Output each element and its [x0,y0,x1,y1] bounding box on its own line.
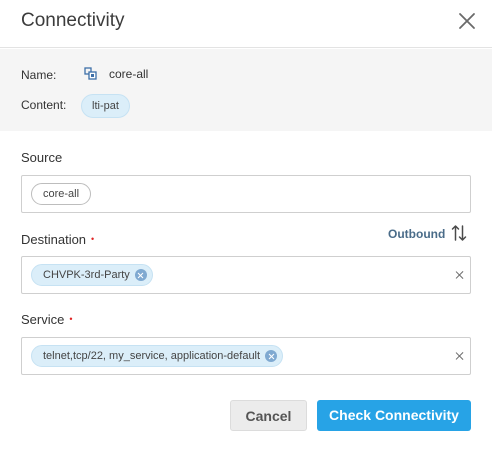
destination-field[interactable]: CHVPK-3rd-Party [21,256,471,294]
name-label: Name: [21,68,57,82]
clear-service-icon[interactable] [454,351,464,361]
destination-label-text: Destination [21,232,87,247]
source-chip: core-all [31,183,92,205]
source-label-text: Source [21,150,63,165]
source-label: Source [21,150,62,165]
destination-chip: CHVPK-3rd-Party [31,264,153,286]
direction-toggle-label[interactable]: Outbound [388,227,445,241]
swap-direction-icon[interactable] [451,224,467,242]
service-label: Service • [21,312,73,327]
remove-chip-icon[interactable] [134,269,147,281]
dialog-title: Connectivity [21,10,125,31]
service-label-text: Service [21,312,65,327]
content-chip: lti-pat [81,94,130,118]
destination-label: Destination • [21,232,94,247]
close-icon[interactable] [455,9,479,33]
object-group-icon [84,67,97,80]
service-chip: telnet,tcp/22, my_service, application-d… [31,345,284,367]
service-field[interactable]: telnet,tcp/22, my_service, application-d… [21,337,471,375]
clear-destination-icon[interactable] [454,270,464,280]
required-marker: • [91,234,95,244]
required-marker: • [69,314,73,324]
source-field[interactable]: core-all [21,175,471,213]
object-info-panel: Name: core-all Content: lti-pat [0,49,492,131]
check-connectivity-button[interactable]: Check Connectivity [317,400,471,431]
remove-chip-icon[interactable] [265,350,278,362]
cancel-button[interactable]: Cancel [230,400,307,431]
name-value: core-all [109,67,149,81]
destination-chip-label: CHVPK-3rd-Party [43,269,130,281]
dialog-header: Connectivity [0,0,492,48]
service-chip-label: telnet,tcp/22, my_service, application-d… [43,350,261,362]
content-label: Content: [21,98,67,112]
